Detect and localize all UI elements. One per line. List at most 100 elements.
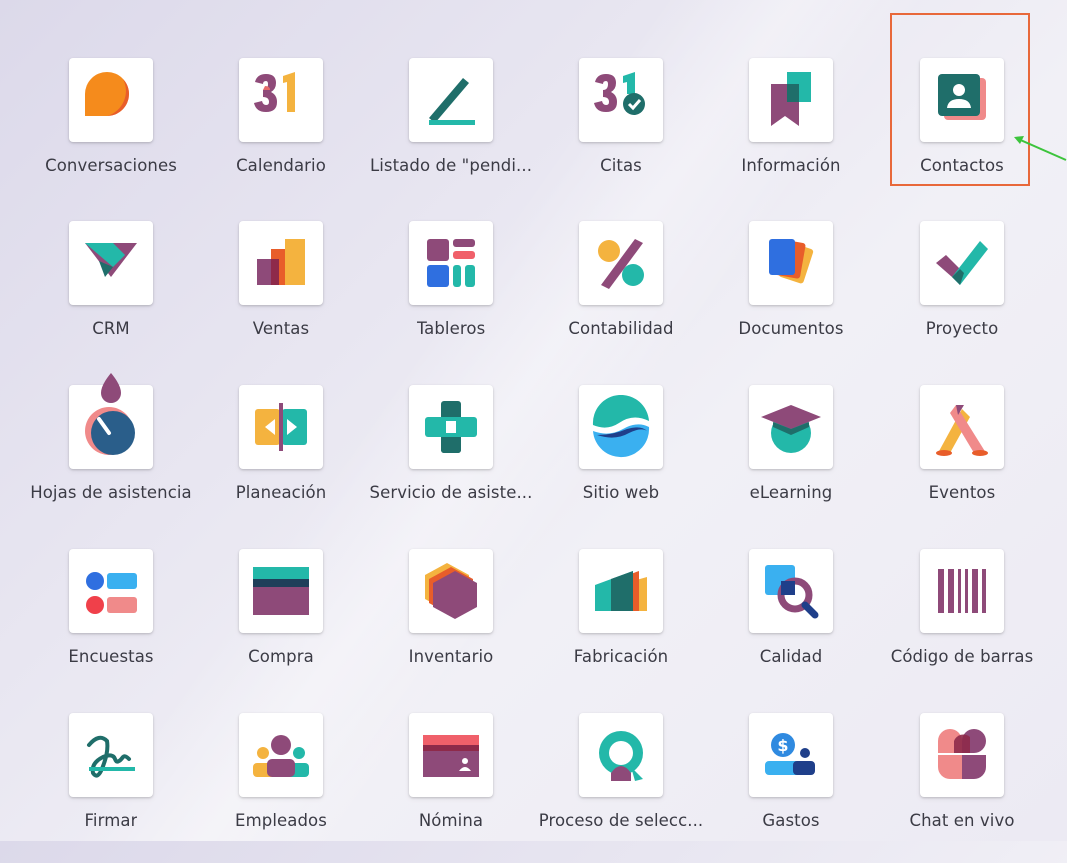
- app-crm[interactable]: CRM: [26, 221, 196, 371]
- app-tile[interactable]: [239, 713, 323, 797]
- documents-cards-icon: [769, 239, 814, 284]
- app-label: Planeación: [235, 483, 327, 502]
- app-conversaciones[interactable]: Conversaciones: [26, 58, 196, 208]
- app-tile[interactable]: [409, 713, 493, 797]
- app-label: Chat en vivo: [909, 811, 1015, 830]
- app-fabricacion[interactable]: Fabricación: [536, 549, 706, 699]
- app-tile[interactable]: [409, 221, 493, 305]
- appointment-check-icon: [594, 72, 645, 115]
- dashboard-icon: [427, 239, 475, 287]
- survey-icon: [86, 572, 137, 614]
- app-label: Contactos: [920, 156, 1004, 175]
- payroll-card-icon: [423, 735, 479, 777]
- app-label: eLearning: [749, 483, 833, 502]
- app-label: Conversaciones: [45, 156, 177, 175]
- app-tile[interactable]: [579, 385, 663, 469]
- app-tile[interactable]: [239, 221, 323, 305]
- app-codigo-barras[interactable]: Código de barras: [877, 549, 1047, 699]
- app-calendario[interactable]: Calendario: [196, 58, 366, 208]
- app-planeacion[interactable]: Planeación: [196, 385, 366, 535]
- app-tile[interactable]: [239, 549, 323, 633]
- app-documentos[interactable]: Documentos: [706, 221, 876, 371]
- app-tile[interactable]: [69, 713, 153, 797]
- app-label: Servicio de asiste...: [369, 483, 533, 502]
- app-label: Listado de "pendi...: [369, 156, 533, 175]
- app-tile[interactable]: [579, 713, 663, 797]
- livechat-icon: [938, 729, 986, 779]
- app-label: Encuestas: [68, 647, 154, 666]
- helpdesk-cross-icon: [425, 401, 477, 453]
- app-inventario[interactable]: Inventario: [366, 549, 536, 699]
- app-compra[interactable]: Compra: [196, 549, 366, 699]
- app-label: Proceso de selecc...: [538, 811, 704, 830]
- recruitment-icon: [599, 731, 643, 781]
- inventory-hexagon-icon: [425, 563, 477, 619]
- app-tile[interactable]: [69, 549, 153, 633]
- svg-text:$: $: [777, 736, 788, 755]
- app-tile[interactable]: [749, 221, 833, 305]
- app-tile[interactable]: [920, 221, 1004, 305]
- app-tile[interactable]: [749, 385, 833, 469]
- app-sitio-web[interactable]: Sitio web: [536, 385, 706, 535]
- app-tableros[interactable]: Tableros: [366, 221, 536, 371]
- app-label: Código de barras: [890, 647, 1034, 666]
- bookmark-knowledge-icon: [771, 72, 811, 126]
- app-contabilidad[interactable]: Contabilidad: [536, 221, 706, 371]
- app-tile[interactable]: $: [749, 713, 833, 797]
- purchase-card-icon: [253, 567, 309, 615]
- contact-card-icon: [938, 74, 986, 120]
- app-label: Tableros: [416, 319, 486, 338]
- app-label: Calendario: [236, 156, 326, 175]
- app-tile[interactable]: [69, 221, 153, 305]
- app-label: Inventario: [408, 647, 494, 666]
- app-contactos[interactable]: Contactos: [877, 58, 1047, 208]
- app-tile[interactable]: [579, 58, 663, 142]
- app-ventas[interactable]: Ventas: [196, 221, 366, 371]
- app-label: Empleados: [235, 811, 327, 830]
- app-eventos[interactable]: Eventos: [877, 385, 1047, 535]
- app-label: Contabilidad: [568, 319, 674, 338]
- quality-magnifier-icon: [765, 565, 819, 619]
- app-pendientes[interactable]: Listado de "pendi...: [366, 58, 536, 208]
- signature-icon: [87, 735, 135, 778]
- app-label: Proyecto: [925, 319, 999, 338]
- app-tile[interactable]: [920, 58, 1004, 142]
- app-tile[interactable]: [579, 221, 663, 305]
- app-hojas-asistencia[interactable]: Hojas de asistencia: [26, 373, 196, 535]
- percent-icon: [598, 239, 644, 289]
- app-calidad[interactable]: Calidad: [706, 549, 876, 699]
- checkmark-project-icon: [936, 241, 988, 285]
- events-spotlight-icon: [936, 405, 988, 456]
- app-tile[interactable]: [579, 549, 663, 633]
- sales-bars-icon: [257, 239, 305, 285]
- app-tile[interactable]: [749, 58, 833, 142]
- app-informacion[interactable]: Información: [706, 58, 876, 208]
- app-tile[interactable]: [69, 373, 153, 469]
- app-tile[interactable]: [920, 385, 1004, 469]
- app-tile[interactable]: [920, 713, 1004, 797]
- app-servicio-asistencia[interactable]: Servicio de asiste...: [366, 385, 536, 535]
- globe-wave-icon: [592, 395, 650, 458]
- app-citas[interactable]: Citas: [536, 58, 706, 208]
- app-tile[interactable]: [409, 385, 493, 469]
- app-tile[interactable]: [69, 58, 153, 142]
- factory-icon: [595, 571, 647, 611]
- app-tile[interactable]: [920, 549, 1004, 633]
- app-encuestas[interactable]: Encuestas: [26, 549, 196, 699]
- app-tile[interactable]: [239, 385, 323, 469]
- app-label: Fabricación: [573, 647, 669, 666]
- app-label: Firmar: [84, 811, 138, 830]
- app-proyecto[interactable]: Proyecto: [877, 221, 1047, 371]
- handshake-crm-icon: [85, 243, 137, 277]
- chat-bubble-icon: [85, 72, 129, 116]
- app-elearning[interactable]: eLearning: [706, 385, 876, 535]
- app-tile[interactable]: [239, 58, 323, 142]
- planning-arrows-icon: [255, 403, 307, 451]
- app-tile[interactable]: [409, 58, 493, 142]
- employees-icon: [253, 735, 309, 777]
- app-tile[interactable]: [749, 549, 833, 633]
- timesheet-stopwatch-icon: [85, 373, 135, 455]
- pen-todo-icon: [429, 78, 475, 125]
- app-tile[interactable]: [409, 549, 493, 633]
- barcode-icon: [938, 569, 986, 613]
